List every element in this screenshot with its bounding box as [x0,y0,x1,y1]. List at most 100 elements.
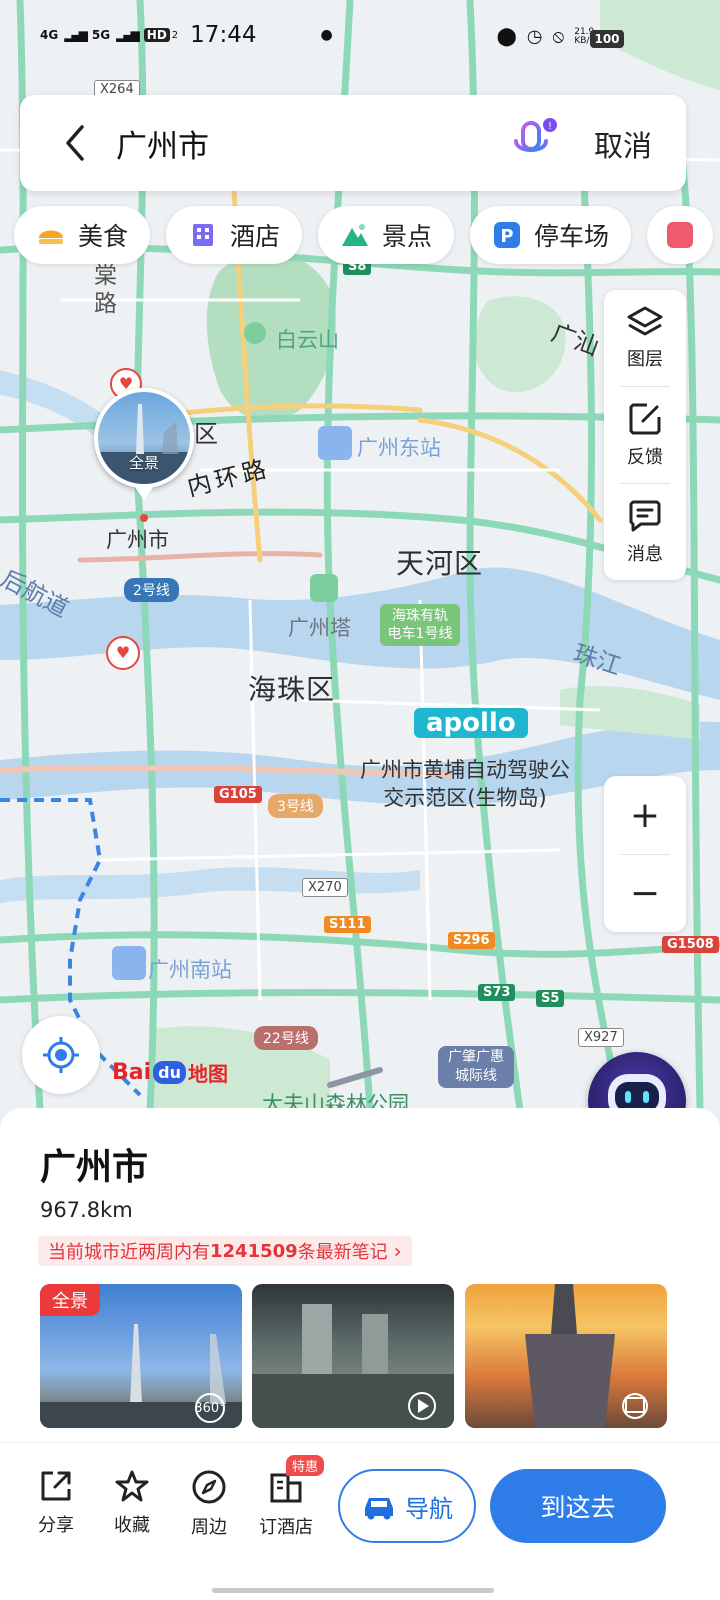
road-shield-s5: S5 [536,990,565,1007]
promo-badge: 特惠 [286,1455,325,1476]
map-label-guangzhou-south-station[interactable]: 广州南站 [148,954,232,984]
road-shield-g1508: G1508 [662,936,719,953]
zoom-out-button[interactable]: − [604,854,686,932]
map-label-guangzhou-tower[interactable]: 广州塔 [288,612,351,642]
road-shield-x270: X270 [302,878,348,897]
map-label-haizhu[interactable]: 海珠区 [248,668,335,708]
mute-icon: ⦸ [552,26,565,47]
back-button[interactable] [60,121,90,165]
chip-food-label: 美食 [78,222,129,251]
map-label-tang-road[interactable]: 棠路 [94,262,120,318]
photo-thumbnail[interactable] [465,1284,667,1428]
place-distance: 967.8km [40,1198,133,1222]
battery-icon: 100 [590,30,624,48]
metro-line-2-tag[interactable]: 2号线 [124,578,179,602]
category-chips: 美食 酒店 景点 P 停车场 [14,206,714,264]
compass-icon [192,1470,226,1504]
more-category-icon [667,222,694,248]
home-indicator[interactable] [212,1588,494,1593]
bottom-toolbar: 分享 收藏 周边 订酒店 特惠 导航 到这去 [0,1442,720,1600]
signal-4g-label: 4G [40,28,59,42]
go-here-button[interactable]: 到这去 [490,1469,666,1543]
locate-icon [43,1037,79,1073]
layers-icon [627,306,663,336]
chip-hotel-label: 酒店 [230,222,281,251]
panorama-tag: 全景 [40,1284,100,1316]
road-shield-s296: S296 [448,932,495,949]
notes-banner[interactable]: 当前城市近两周内有 1241509 条最新笔记 › [38,1236,412,1266]
map-label-guangzhou-east-station[interactable]: 广州东站 [357,432,441,462]
favorite-label: 收藏 [114,1515,150,1536]
favorite-button[interactable]: 收藏 [102,1469,162,1537]
zoom-controls: + − [604,776,686,932]
layers-button[interactable]: 图层 [604,290,686,386]
chevron-left-icon [66,125,84,161]
share-icon [41,1471,71,1501]
map-label-tianhe[interactable]: 天河区 [396,542,483,582]
panorama-pin-tail [134,486,154,500]
map-tools-panel: 图层 反馈 消息 [604,290,686,580]
svg-text:!: ! [548,121,552,132]
share-label: 分享 [38,1515,74,1536]
sunset-tower-image [525,1284,648,1428]
book-hotel-button[interactable]: 订酒店 [256,1469,316,1539]
road-shield-g105: G105 [214,786,262,803]
cancel-button[interactable]: 取消 [594,123,652,165]
navigate-label: 导航 [405,1494,453,1523]
map-label-haizhu-tram[interactable]: 海珠有轨电车1号线 [380,604,460,646]
feedback-label: 反馈 [627,447,663,468]
microphone-icon: ! [514,118,557,165]
food-icon [39,230,63,244]
messages-button[interactable]: 消息 [604,484,686,580]
baidu-notification-icon: ● [320,27,333,43]
messages-label: 消息 [627,544,663,565]
car-icon [365,1498,393,1520]
message-icon [629,500,661,532]
baidu-map-logo: Bai du 地图 [112,1060,228,1086]
parking-icon: P [494,222,521,248]
intercity-line-tag[interactable]: 广肇广惠城际线 [438,1046,514,1088]
panorama-photo[interactable]: 360° 全景 [40,1284,242,1428]
chip-hotel[interactable]: 酒店 [166,206,303,264]
star-icon [115,1470,149,1502]
share-button[interactable]: 分享 [26,1469,86,1537]
chip-more[interactable] [647,206,714,264]
clock-time: 17:44 [190,22,257,48]
location-icon: ⬤ [496,26,517,47]
train-station-icon [318,426,352,460]
svg-text:360°: 360° [194,1401,225,1416]
chevron-right-icon: › [393,1239,402,1263]
zoom-in-button[interactable]: + [604,776,686,854]
map-label-baiyun-mountain[interactable]: 白云山 [276,324,339,354]
notes-banner-suffix: 条最新笔记 [297,1242,388,1263]
chip-parking[interactable]: P 停车场 [470,206,632,264]
feedback-button[interactable]: 反馈 [604,387,686,483]
map-label-huangpu-demo[interactable]: 广州市黄埔自动驾驶公交示范区(生物岛) [352,756,578,812]
navigate-button[interactable]: 导航 [338,1469,476,1543]
video-thumbnail[interactable] [252,1284,454,1428]
map-label-guangzhou-city[interactable]: 广州市 [106,524,169,554]
chip-food[interactable]: 美食 [14,206,151,264]
panorama-pin-label: 全景 [128,454,159,472]
poi-pin-icon[interactable]: ♥ [106,636,140,670]
notes-count: 1241509 [210,1240,298,1262]
park-icon [244,322,266,344]
chip-scenic-label: 景点 [382,222,433,251]
hd-voice-badge: HD [143,28,170,42]
panorama-pin[interactable]: 全景 [94,388,194,488]
city-aerial-video-image [252,1304,454,1428]
signal-bars-icon: ▂▄▆ [116,28,140,42]
metro-line-3-tag[interactable]: 3号线 [268,794,323,818]
voice-search-button[interactable]: ! [508,117,558,169]
metro-line-22-tag[interactable]: 22号线 [254,1026,318,1050]
search-input[interactable]: 广州市 [116,121,209,166]
hotel-icon [193,224,214,246]
chip-parking-label: 停车场 [534,222,610,251]
map-label-district-fragment[interactable]: 区 [194,414,218,449]
apollo-badge[interactable]: apollo [414,708,528,738]
chip-scenic[interactable]: 景点 [318,206,455,264]
nearby-button[interactable]: 周边 [179,1469,239,1539]
feedback-edit-icon [629,403,661,435]
my-location-button[interactable] [22,1016,100,1094]
nearby-label: 周边 [191,1517,227,1538]
